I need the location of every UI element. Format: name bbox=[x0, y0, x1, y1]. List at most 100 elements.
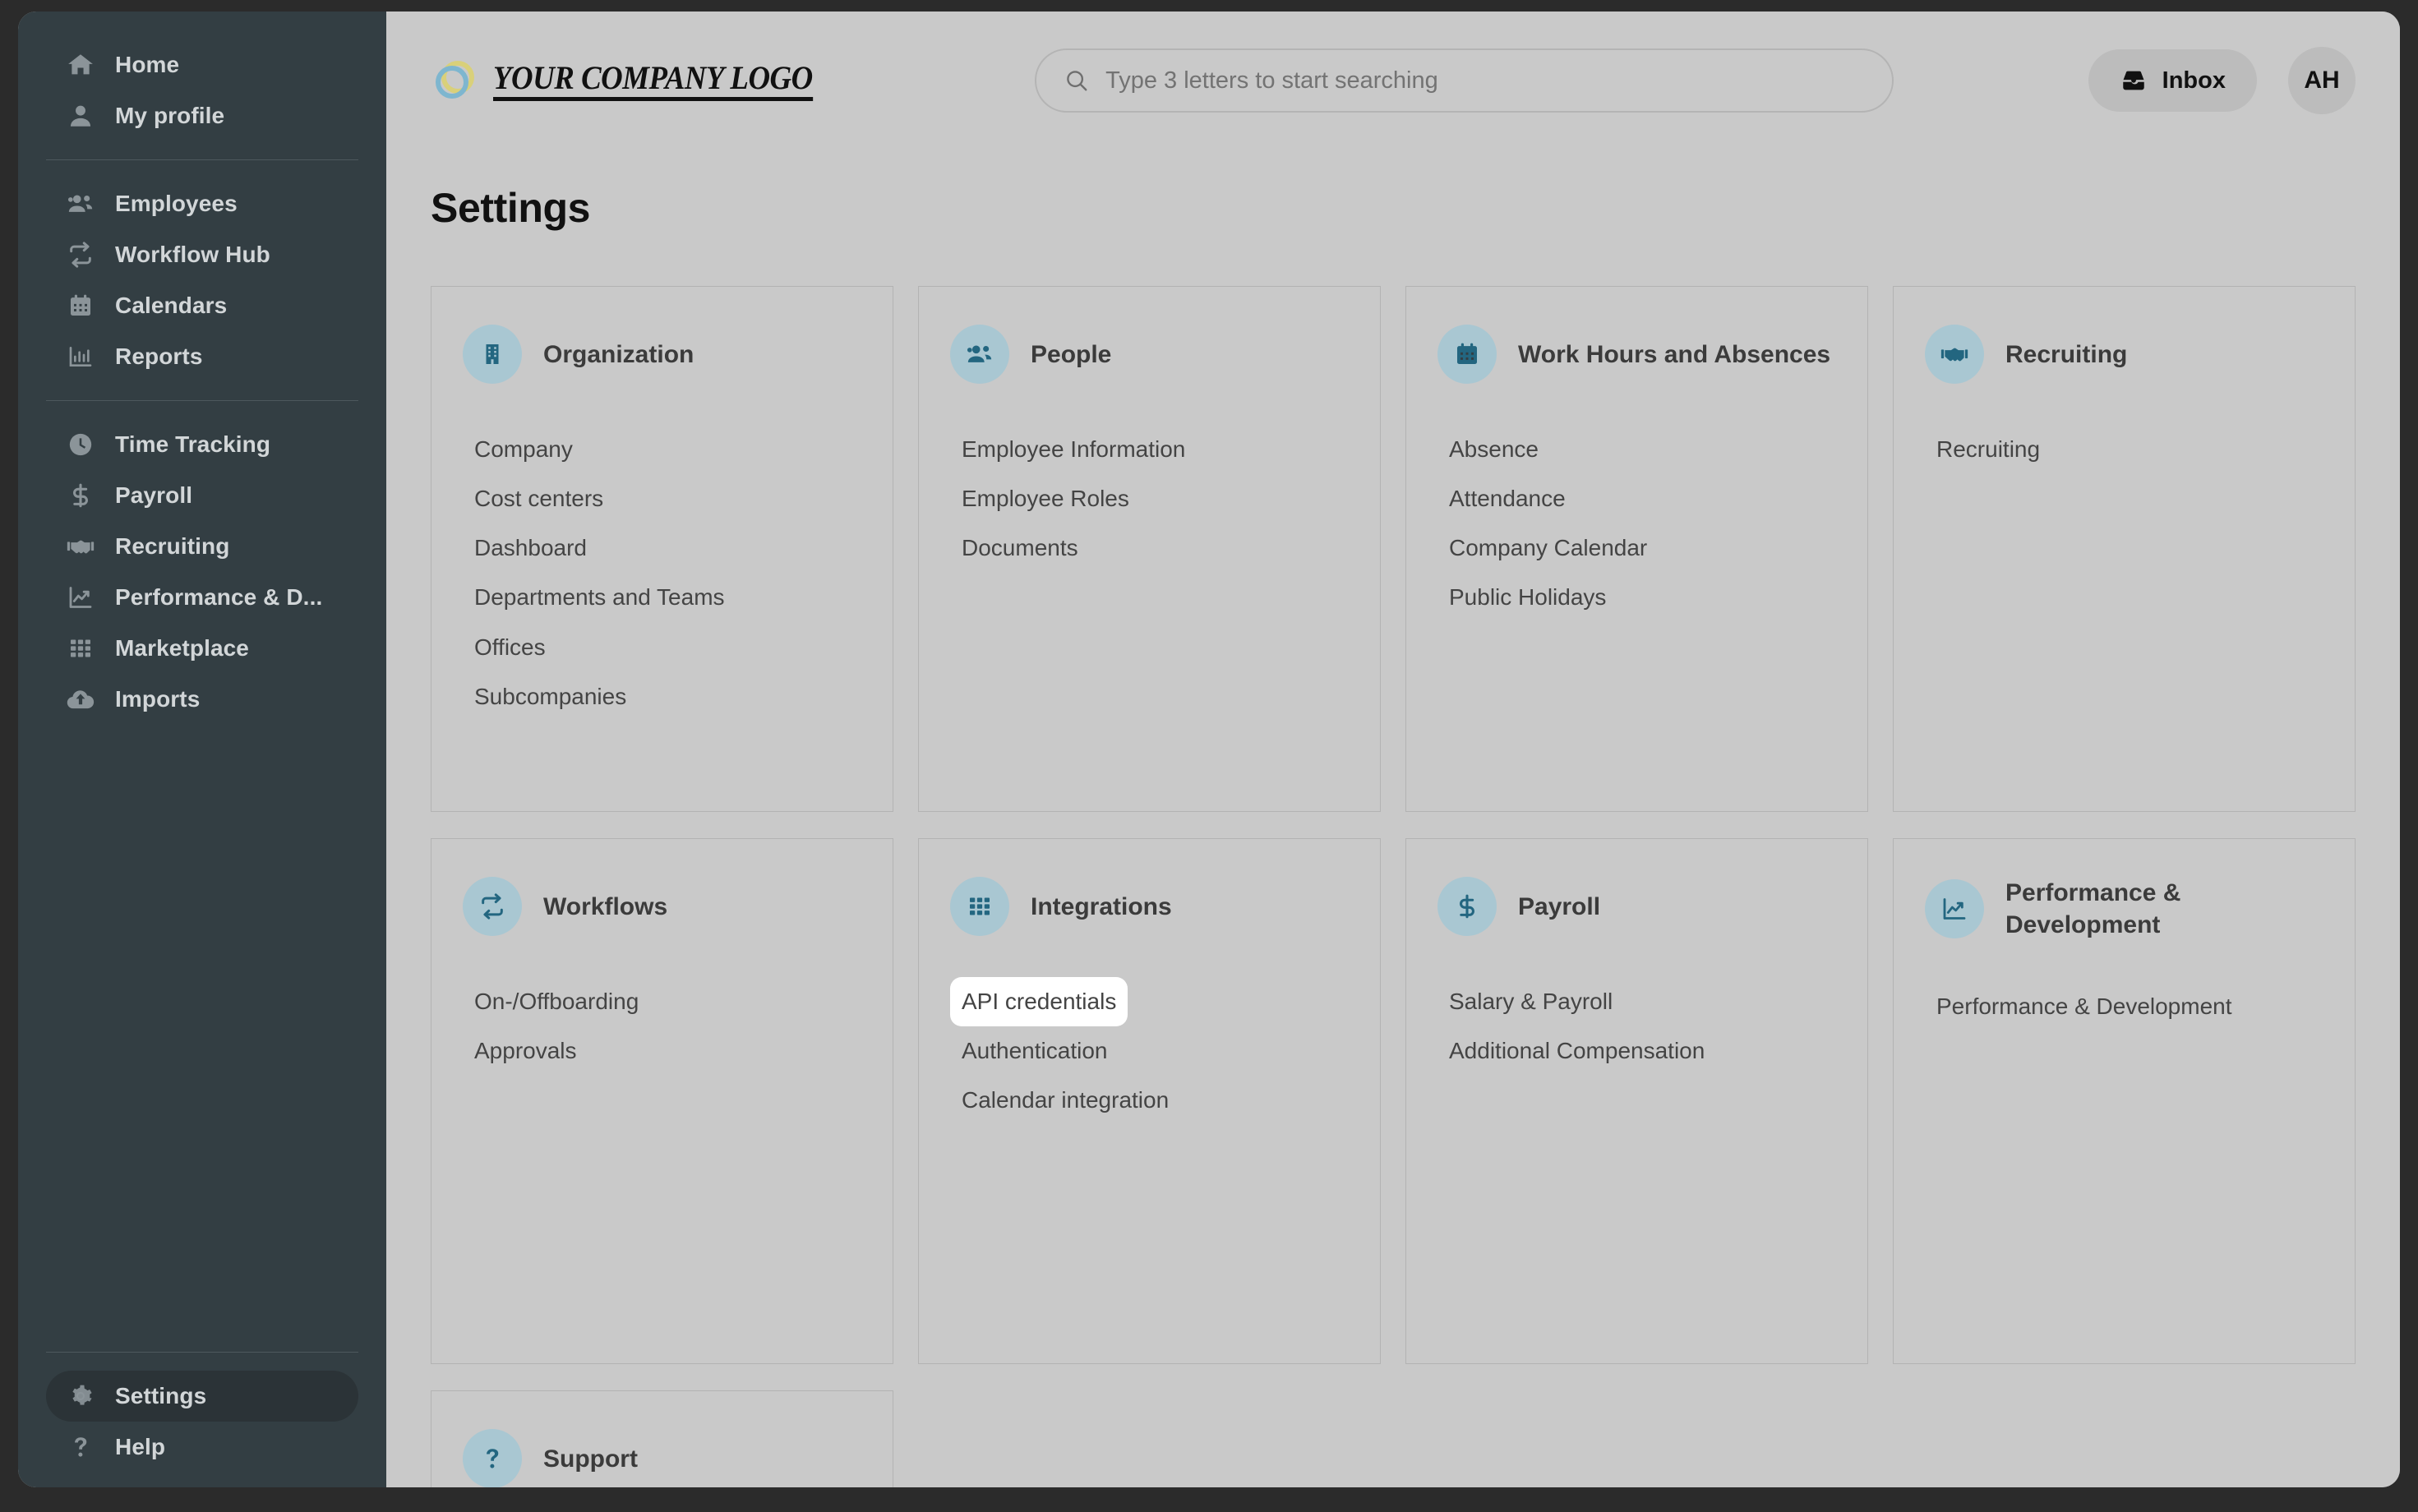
user-icon bbox=[64, 102, 97, 130]
card-link-absence[interactable]: Absence bbox=[1437, 425, 1550, 474]
sidebar-item-help[interactable]: Help bbox=[46, 1422, 358, 1473]
card-link-on-offboarding[interactable]: On-/Offboarding bbox=[463, 977, 650, 1026]
card-link-performance-development[interactable]: Performance & Development bbox=[1925, 982, 2244, 1031]
card-link-public-holidays[interactable]: Public Holidays bbox=[1437, 573, 1617, 622]
inbox-button[interactable]: Inbox bbox=[2088, 49, 2257, 112]
top-bar: YOUR COMPANY LOGO Type 3 letters to star… bbox=[386, 12, 2400, 150]
card-link-list: On-/Offboarding Approvals bbox=[463, 977, 861, 1076]
avatar-initials: AH bbox=[2304, 67, 2340, 94]
card-link-attendance[interactable]: Attendance bbox=[1437, 474, 1577, 523]
main-sidebar: Home My profile Employees Workflow Hub Cale… bbox=[18, 12, 386, 1487]
card-link-calendar-integration[interactable]: Calendar integration bbox=[950, 1076, 1180, 1125]
calendar-icon bbox=[64, 293, 97, 319]
sidebar-divider-2 bbox=[46, 400, 358, 401]
card-link-list: Company Cost centers Dashboard Departments … bbox=[463, 425, 861, 721]
main-panel: Settings Organization Company Cost centers… bbox=[386, 150, 2400, 1487]
repeat-icon bbox=[64, 241, 97, 269]
card-link-list: Absence Attendance Company Calendar Public … bbox=[1437, 425, 1836, 623]
card-header: People bbox=[950, 325, 1349, 384]
inbox-label: Inbox bbox=[2162, 67, 2226, 94]
handshake-icon bbox=[64, 532, 97, 560]
card-link-subcompanies[interactable]: Subcompanies bbox=[463, 672, 638, 721]
sidebar-item-label: Imports bbox=[115, 686, 201, 712]
sidebar-item-recruiting[interactable]: Recruiting bbox=[46, 521, 358, 572]
card-link-company[interactable]: Company bbox=[463, 425, 584, 474]
sidebar-item-settings[interactable]: Settings bbox=[46, 1371, 358, 1422]
settings-card-people: People Employee Information Employee Roles… bbox=[918, 286, 1381, 812]
card-link-approvals[interactable]: Approvals bbox=[463, 1026, 588, 1076]
sidebar-item-label: Recruiting bbox=[115, 533, 230, 559]
logo-swirl-icon bbox=[431, 56, 480, 105]
card-title: Support bbox=[543, 1445, 638, 1473]
card-link-list: Salary & Payroll Additional Compensation bbox=[1437, 977, 1836, 1076]
card-link-list: Performance & Development bbox=[1925, 982, 2323, 1031]
sidebar-item-calendars[interactable]: Calendars bbox=[46, 280, 358, 331]
global-search[interactable] bbox=[1035, 48, 1894, 113]
sidebar-item-my-profile[interactable]: My profile bbox=[46, 90, 358, 141]
card-link-recruiting[interactable]: Recruiting bbox=[1925, 425, 2051, 474]
bar-chart-icon bbox=[64, 343, 97, 370]
trend-up-icon bbox=[64, 584, 97, 611]
card-link-cost-centers[interactable]: Cost centers bbox=[463, 474, 615, 523]
card-header: Organization bbox=[463, 325, 861, 384]
sidebar-item-imports[interactable]: Imports bbox=[46, 674, 358, 725]
settings-card-support: Support bbox=[431, 1390, 893, 1487]
search-input[interactable] bbox=[1105, 67, 1865, 94]
sidebar-group-apps: Time Tracking Payroll Recruiting Performanc… bbox=[18, 419, 386, 725]
card-link-documents[interactable]: Documents bbox=[950, 523, 1090, 573]
settings-card-recruiting: Recruiting Recruiting bbox=[1893, 286, 2356, 812]
application-window: Home My profile Employees Workflow Hub Cale… bbox=[18, 12, 2400, 1487]
sidebar-item-label: My profile bbox=[115, 103, 225, 128]
settings-card-organization: Organization Company Cost centers Dashboard… bbox=[431, 286, 893, 812]
settings-card-workflows: Workflows On-/Offboarding Approvals bbox=[431, 838, 893, 1364]
card-header: Work Hours and Absences bbox=[1437, 325, 1836, 384]
handshake-icon bbox=[1925, 325, 1984, 384]
trend-up-icon bbox=[1925, 879, 1984, 938]
people-icon bbox=[950, 325, 1009, 384]
sidebar-item-label: Help bbox=[115, 1434, 166, 1459]
card-link-employee-roles[interactable]: Employee Roles bbox=[950, 474, 1141, 523]
card-link-departments-and-teams[interactable]: Departments and Teams bbox=[463, 573, 736, 622]
home-icon bbox=[64, 51, 97, 79]
app-frame: Home My profile Employees Workflow Hub Cale… bbox=[0, 0, 2418, 1512]
sidebar-item-employees[interactable]: Employees bbox=[46, 178, 358, 229]
card-header: Payroll bbox=[1437, 877, 1836, 936]
sidebar-item-time-tracking[interactable]: Time Tracking bbox=[46, 419, 358, 470]
card-link-list: Recruiting bbox=[1925, 425, 2323, 474]
sidebar-item-label: Performance & D... bbox=[115, 584, 323, 610]
card-link-list: Employee Information Employee Roles Docume… bbox=[950, 425, 1349, 573]
card-link-api-credentials[interactable]: API credentials bbox=[950, 977, 1128, 1027]
grid-icon bbox=[950, 877, 1009, 936]
sidebar-item-label: Settings bbox=[115, 1383, 207, 1408]
content-area: YOUR COMPANY LOGO Type 3 letters to star… bbox=[386, 12, 2400, 1487]
card-link-company-calendar[interactable]: Company Calendar bbox=[1437, 523, 1659, 573]
sidebar-item-label: Employees bbox=[115, 191, 238, 216]
sidebar-item-marketplace[interactable]: Marketplace bbox=[46, 623, 358, 674]
card-link-salary-payroll[interactable]: Salary & Payroll bbox=[1437, 977, 1624, 1026]
card-title: Recruiting bbox=[2005, 340, 2128, 368]
sidebar-divider-3 bbox=[46, 1352, 358, 1353]
avatar[interactable]: AH bbox=[2288, 47, 2356, 114]
search-icon bbox=[1064, 68, 1089, 93]
card-link-offices[interactable]: Offices bbox=[463, 623, 557, 672]
card-link-authentication[interactable]: Authentication bbox=[950, 1026, 1119, 1076]
sidebar-item-home[interactable]: Home bbox=[46, 39, 358, 90]
sidebar-item-workflow-hub[interactable]: Workflow Hub bbox=[46, 229, 358, 280]
sidebar-item-label: Marketplace bbox=[115, 635, 249, 661]
card-title: Workflows bbox=[543, 892, 668, 920]
logo-wordmark: YOUR COMPANY LOGO bbox=[493, 60, 813, 101]
card-link-additional-compensation[interactable]: Additional Compensation bbox=[1437, 1026, 1716, 1076]
sidebar-item-label: Payroll bbox=[115, 482, 193, 508]
dollar-icon bbox=[64, 482, 97, 509]
card-link-dashboard[interactable]: Dashboard bbox=[463, 523, 598, 573]
card-header: Workflows bbox=[463, 877, 861, 936]
sidebar-item-reports[interactable]: Reports bbox=[46, 331, 358, 382]
sidebar-item-label: Home bbox=[115, 52, 180, 77]
grid-icon bbox=[64, 636, 97, 661]
settings-card-grid-bottom: Support bbox=[431, 1390, 2356, 1487]
sidebar-item-payroll[interactable]: Payroll bbox=[46, 470, 358, 521]
company-logo[interactable]: YOUR COMPANY LOGO bbox=[431, 56, 841, 105]
card-link-employee-information[interactable]: Employee Information bbox=[950, 425, 1197, 474]
sidebar-item-performance-d[interactable]: Performance & D... bbox=[46, 572, 358, 623]
